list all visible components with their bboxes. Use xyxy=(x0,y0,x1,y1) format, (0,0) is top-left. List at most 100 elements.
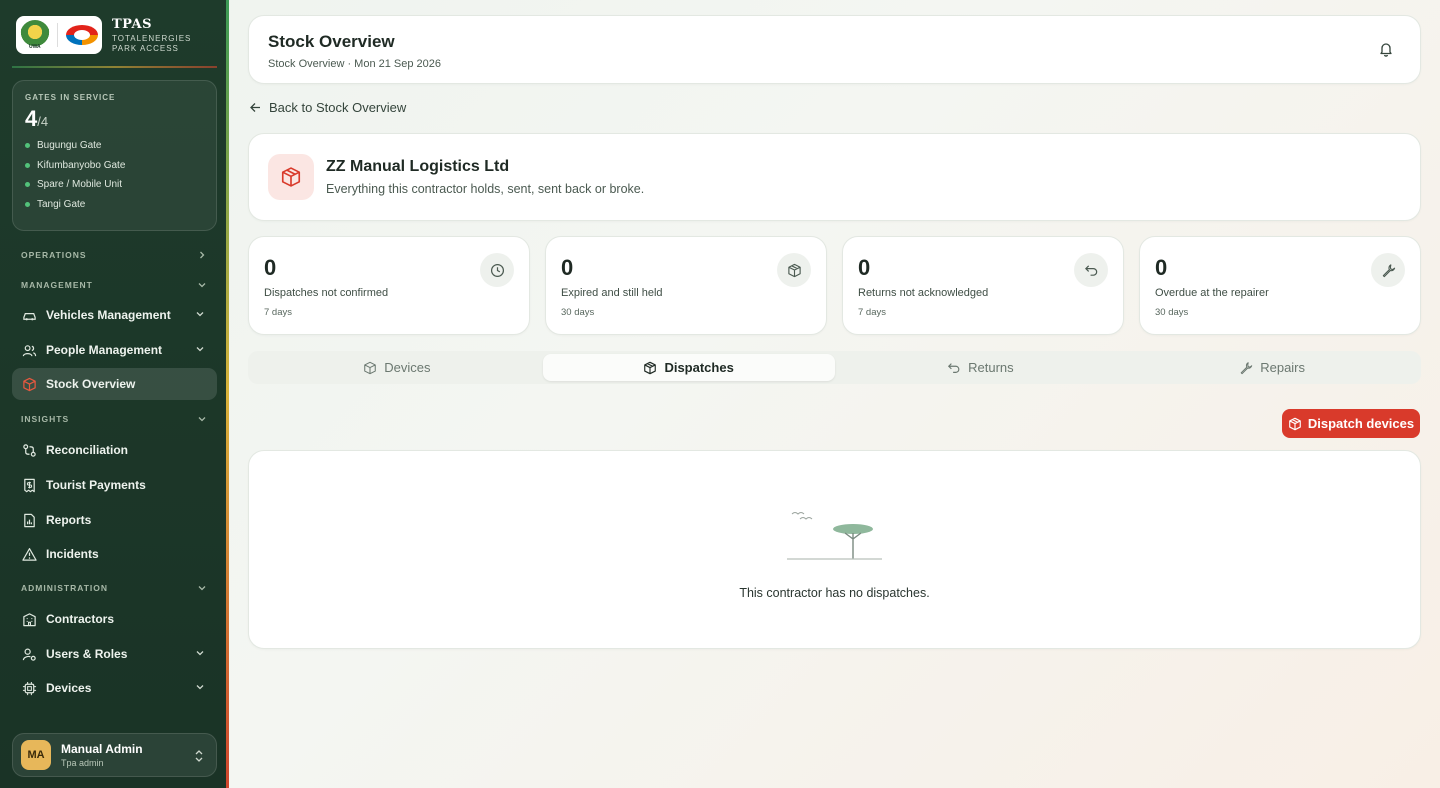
chevrons-up-down-icon xyxy=(195,750,203,762)
page-header: Stock Overview Stock Overview · Mon 21 S… xyxy=(248,15,1421,84)
sidebar-item-contractors[interactable]: Contractors xyxy=(12,603,217,635)
logo-divider xyxy=(57,23,59,47)
sidebar-item-incidents[interactable]: Incidents xyxy=(12,538,217,570)
stat-label: Returns not acknowledged xyxy=(858,287,989,299)
gate-item: Tangi Gate xyxy=(25,195,204,215)
sidebar-item-label: Contractors xyxy=(46,612,115,626)
gate-status-dot-icon xyxy=(25,143,30,149)
user-info: Manual Admin Tpa admin xyxy=(61,742,143,768)
brand-subtitle-2: PARK ACCESS xyxy=(112,43,179,53)
sidebar-item-users-roles[interactable]: Users & Roles xyxy=(12,638,217,670)
sidebar-item-label: Users & Roles xyxy=(46,647,128,661)
stat-card-returns-not-acknowledged: 0 Returns not acknowledged 7 days xyxy=(842,236,1124,335)
gate-status-dot-icon xyxy=(25,182,30,188)
nav-section-operations[interactable]: OPERATIONS xyxy=(21,250,207,260)
receipt-icon xyxy=(21,477,37,493)
package-icon xyxy=(364,361,377,374)
alert-triangle-icon xyxy=(21,546,37,562)
nav-section-insights[interactable]: INSIGHTS xyxy=(21,414,207,424)
page-subtitle: Stock Overview · Mon 21 Sep 2026 xyxy=(268,58,442,70)
sidebar-item-label: Tourist Payments xyxy=(46,478,146,492)
sidebar-item-label: Vehicles Management xyxy=(46,308,171,322)
tab-label: Repairs xyxy=(1260,360,1306,375)
nav-section-label: INSIGHTS xyxy=(21,414,70,424)
contractor-text: ZZ Manual Logistics Ltd Everything this … xyxy=(326,158,644,196)
sidebar-item-people[interactable]: People Management xyxy=(12,334,217,366)
stat-card-overdue-repairer: 0 Overdue at the repairer 30 days xyxy=(1139,236,1421,335)
sidebar-item-tourist-payments[interactable]: Tourist Payments xyxy=(12,469,217,501)
back-link[interactable]: Back to Stock Overview xyxy=(249,100,406,115)
avatar: MA xyxy=(21,740,51,770)
nav-section-management[interactable]: MANAGEMENT xyxy=(21,280,207,290)
gate-name: Bugungu Gate xyxy=(37,140,102,152)
back-link-label: Back to Stock Overview xyxy=(269,100,407,115)
arrow-left-icon xyxy=(250,103,260,112)
stat-value: 0 xyxy=(1155,255,1168,280)
brand-text: TPAS TOTALENERGIES PARK ACCESS xyxy=(112,17,191,54)
chevron-right-icon xyxy=(200,251,205,259)
bell-icon[interactable] xyxy=(1378,41,1394,57)
file-chart-icon xyxy=(21,512,37,528)
sidebar-item-label: People Management xyxy=(46,343,163,357)
user-cog-icon xyxy=(21,646,37,662)
contractor-description: Everything this contractor holds, sent, … xyxy=(326,182,645,196)
stat-value: 0 xyxy=(858,255,871,280)
stat-period: 7 days xyxy=(858,307,886,318)
sidebar-item-stock-overview[interactable]: Stock Overview xyxy=(12,368,217,400)
sidebar-item-label: Incidents xyxy=(46,547,99,561)
tab-label: Dispatches xyxy=(664,360,734,375)
brand[interactable]: UWA TPAS TOTALENERGIES PARK ACCESS xyxy=(16,16,191,54)
package-icon xyxy=(1289,417,1301,430)
tab-dispatches[interactable]: Dispatches xyxy=(542,354,835,381)
stat-period: 30 days xyxy=(561,307,595,318)
chevron-down-icon xyxy=(196,312,204,317)
sidebar-item-reports[interactable]: Reports xyxy=(12,504,217,536)
tab-devices[interactable]: Devices xyxy=(251,354,543,381)
gates-count-total: /4 xyxy=(37,114,49,129)
chevron-down-icon xyxy=(198,283,206,288)
chevron-down-icon xyxy=(196,685,204,690)
sidebar-item-devices[interactable]: Devices xyxy=(12,672,217,704)
user-role: Tpa admin xyxy=(61,758,104,768)
stat-card-dispatches-not-confirmed: 0 Dispatches not confirmed 7 days xyxy=(248,236,530,335)
nav-section-label: MANAGEMENT xyxy=(21,280,93,290)
sidebar-item-vehicles[interactable]: Vehicles Management xyxy=(12,299,217,331)
uwa-logo-text: UWA xyxy=(28,44,41,50)
stat-period: 7 days xyxy=(264,307,292,318)
building-icon xyxy=(21,611,37,627)
undo-icon xyxy=(948,362,960,373)
brand-subtitle-1: TOTALENERGIES xyxy=(112,33,192,43)
contractor-card: ZZ Manual Logistics Ltd Everything this … xyxy=(248,133,1421,221)
wrench-icon xyxy=(1240,361,1253,374)
gate-status-dot-icon xyxy=(25,201,30,207)
sidebar-item-reconciliation[interactable]: Reconciliation xyxy=(12,434,217,466)
nav-section-label: ADMINISTRATION xyxy=(21,583,109,593)
chevron-down-icon xyxy=(196,651,204,656)
stat-value: 0 xyxy=(561,255,574,280)
stat-card-expired-still-held: 0 Expired and still held 30 days xyxy=(545,236,827,335)
dispatch-devices-button[interactable]: Dispatch devices xyxy=(1282,409,1420,438)
tab-returns[interactable]: Returns xyxy=(835,354,1127,381)
sidebar-item-label: Devices xyxy=(46,681,92,695)
stat-label: Dispatches not confirmed xyxy=(264,287,389,299)
git-compare-icon xyxy=(21,442,37,458)
dispatch-devices-label: Dispatch devices xyxy=(1307,416,1415,431)
empty-state: This contractor has no dispatches. xyxy=(248,450,1421,649)
user-menu[interactable]: MA Manual Admin Tpa admin xyxy=(12,733,217,777)
brand-logos: UWA xyxy=(16,16,102,54)
clock-icon xyxy=(480,253,514,287)
tab-label: Returns xyxy=(968,360,1014,375)
tab-repairs[interactable]: Repairs xyxy=(1126,354,1418,381)
gate-name: Spare / Mobile Unit xyxy=(37,179,123,191)
stat-label: Overdue at the repairer xyxy=(1155,287,1269,299)
sidebar: UWA TPAS TOTALENERGIES PARK ACCESS GATES… xyxy=(0,0,229,788)
sidebar-item-label: Reconciliation xyxy=(46,443,129,457)
sidebar-item-label: Reports xyxy=(46,513,92,527)
empty-state-message: This contractor has no dispatches. xyxy=(739,586,930,600)
nav-section-administration[interactable]: ADMINISTRATION xyxy=(21,583,207,593)
sidebar-item-label: Stock Overview xyxy=(46,377,136,391)
users-icon xyxy=(21,342,37,358)
brand-title: TPAS xyxy=(112,16,152,32)
chevron-down-icon xyxy=(198,586,206,591)
car-icon xyxy=(21,307,37,323)
